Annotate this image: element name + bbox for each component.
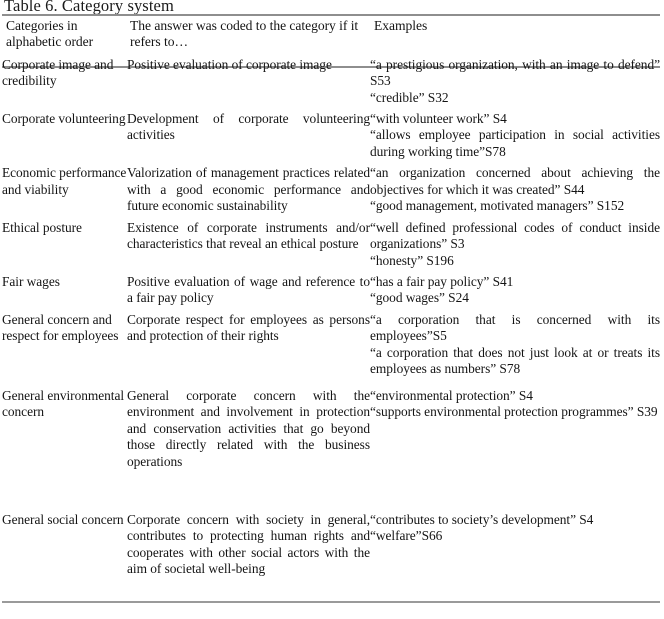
cell-category: General social concern [2,512,124,528]
example-quote: “well defined professional codes of cond… [370,219,660,252]
cell-definition: Development of corporate volunteering ac… [127,110,370,143]
cell-definition: Corporate concern with society in genera… [127,512,370,577]
cell-definition: Positive evaluation of wage and referenc… [127,274,370,306]
table-bottom-rule [2,601,660,603]
example-quote: “with volunteer work” S4 [370,110,507,126]
cell-category: General concern and respect for employee… [2,311,119,344]
cell-examples: “has a fair pay policy” S41 “good wages” … [370,269,660,307]
cell-examples: “an organization concerned about achievi… [370,160,660,214]
table-row: Fair wages Positive evaluation of wage an… [2,269,660,307]
table-top-rule [2,14,660,16]
cell-category: Economic performance and viability [2,165,127,197]
cell-category: General environmental concern [2,387,125,420]
example-quote: “welfare”S66 [370,528,443,544]
cell-category: Corporate volunteering [2,110,126,126]
example-quote: “good wages” S24 [370,290,469,306]
table-header-row: Categories in alphabetic order The answe… [2,18,660,51]
table-row: Ethical posture Existence of corporate in… [2,215,660,269]
cell-definition: Positive evaluation of corporate image [127,56,332,72]
cell-category: Ethical posture [2,219,82,235]
column-header-examples: Examples [374,18,428,33]
cell-examples: “a prestigious organization, with an ima… [370,51,660,106]
cell-examples: “environmental protection” S4 “supports e… [370,378,660,470]
column-header-categories: Categories in alphabetic order [6,18,94,50]
cell-examples: “with volunteer work” S4 “allows employee… [370,106,660,160]
cell-examples: “well defined professional codes of cond… [370,215,660,269]
table-row: General social concern Corporate concern … [2,470,660,578]
example-quote: “supports environmental protection progr… [370,404,658,420]
cell-examples: “a corporation that is concerned with it… [370,307,660,378]
cell-examples: “contributes to society’s development” S… [370,470,660,578]
cell-category: Fair wages [2,274,60,290]
example-quote: “an organization concerned about achievi… [370,165,660,197]
table-row: Corporate image and credibility Positive … [2,51,660,106]
cell-definition: Valorization of management practices rel… [127,165,370,214]
table-row: Economic performance and viability Valori… [2,160,660,214]
cell-definition: Existence of corporate instruments and/o… [127,219,370,252]
column-header-definition: The answer was coded to the category if … [130,18,359,50]
cell-definition: Corporate respect for employees as perso… [127,311,370,344]
table-body: Categories in alphabetic order The answe… [2,18,660,578]
example-quote: “honesty” S196 [370,252,454,268]
example-quote: “allows employee participation in social… [370,127,660,159]
example-quote: “a prestigious organization, with an ima… [370,56,660,89]
table-row: General environmental concern General cor… [2,378,660,470]
table-caption: Table 6. Category system [4,0,174,15]
cell-definition: General corporate concern with the envir… [127,387,370,469]
example-quote: “environmental protection” S4 [370,387,533,403]
cell-category: Corporate image and credibility [2,56,114,89]
table-row: Corporate volunteering Development of cor… [2,106,660,160]
document-page: Table 6. Category system Categories in a… [0,0,664,619]
table-row: General concern and respect for employee… [2,307,660,378]
example-quote: “a corporation that does not just look a… [370,344,660,377]
example-quote: “credible” S32 [370,89,449,105]
example-quote: “contributes to society’s development” S… [370,512,594,528]
example-quote: “has a fair pay policy” S41 [370,274,514,290]
example-quote: “a corporation that is concerned with it… [370,311,660,344]
example-quote: “good management, motivated managers” S1… [370,198,625,214]
category-system-table: Categories in alphabetic order The answe… [2,18,660,578]
